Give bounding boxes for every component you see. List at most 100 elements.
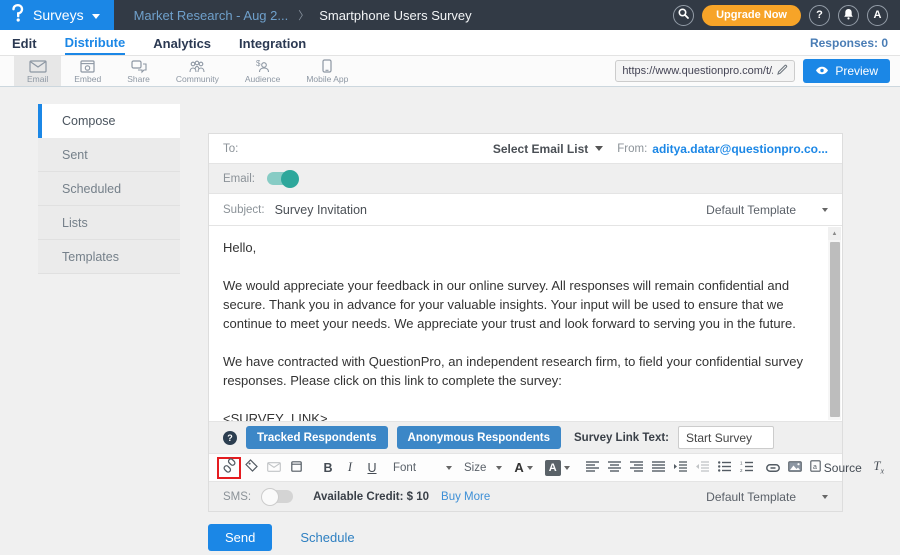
email-sidebar: Compose Sent Scheduled Lists Templates (38, 104, 180, 274)
chevron-down-icon (595, 146, 603, 151)
tag-icon (245, 459, 259, 477)
insert-tag-button[interactable] (241, 457, 263, 479)
align-right-button[interactable] (626, 457, 648, 479)
insert-image-button[interactable] (784, 457, 806, 479)
tab-analytics[interactable]: Analytics (153, 32, 211, 54)
source-label: Source (824, 461, 862, 475)
sidebar-item-templates[interactable]: Templates (38, 240, 180, 274)
indent-decrease-icon (696, 459, 709, 477)
sidebar-item-lists[interactable]: Lists (38, 206, 180, 240)
bell-icon (843, 8, 854, 23)
distribute-channel-bar: Email Embed Share Community $ Audience M… (0, 56, 900, 87)
brand-area[interactable]: Surveys (0, 0, 114, 30)
chevron-down-icon (496, 466, 502, 470)
scroll-up-arrow-icon[interactable]: ▲ (828, 227, 841, 240)
font-family-dropdown[interactable]: Font (387, 462, 458, 474)
text-color-button[interactable]: A (508, 460, 538, 475)
channel-tab-mobile-app[interactable]: Mobile App (293, 56, 361, 86)
source-doc-icon: a (810, 459, 821, 477)
bold-button[interactable]: B (317, 457, 339, 479)
sidebar-item-compose[interactable]: Compose (38, 104, 180, 138)
survey-url-input[interactable] (622, 65, 773, 77)
search-button[interactable] (673, 5, 694, 26)
survey-link-text-input[interactable] (678, 426, 774, 449)
text-color-icon: A (514, 460, 523, 475)
sms-toggle[interactable] (263, 490, 293, 503)
numbered-list-button[interactable]: 12 (736, 457, 758, 479)
email-body-text[interactable]: Hello,We would appreciate your feedback … (209, 226, 842, 422)
to-row: To: Select Email List From: aditya.datar… (209, 134, 842, 164)
body-scrollbar[interactable]: ▲ (828, 227, 841, 420)
align-center-button[interactable] (604, 457, 626, 479)
tab-edit[interactable]: Edit (12, 32, 37, 54)
align-justify-button[interactable] (648, 457, 670, 479)
pencil-edit-icon[interactable] (777, 62, 788, 80)
align-left-icon (586, 459, 599, 477)
indent-increase-button[interactable] (670, 457, 692, 479)
bg-color-button[interactable]: A (539, 460, 576, 476)
sms-row: SMS: Available Credit: $ 10 Buy More Def… (209, 482, 842, 511)
bullet-list-button[interactable] (714, 457, 736, 479)
select-email-list-dropdown[interactable]: Select Email List (493, 142, 603, 156)
buy-more-link[interactable]: Buy More (441, 491, 490, 503)
underline-button[interactable]: U (361, 457, 383, 479)
toggle-knob (281, 170, 299, 188)
schedule-link[interactable]: Schedule (300, 530, 354, 545)
email-toggle[interactable] (267, 172, 297, 185)
preview-button[interactable]: Preview (803, 59, 890, 83)
bullet-list-icon (718, 459, 731, 477)
embed-window-icon (80, 60, 95, 73)
channel-tab-audience[interactable]: $ Audience (232, 56, 293, 86)
anonymous-respondents-button[interactable]: Anonymous Respondents (397, 426, 561, 449)
insert-survey-link-button[interactable] (217, 457, 241, 479)
select-email-list-label: Select Email List (493, 142, 588, 156)
remove-format-button[interactable]: Tx (868, 457, 890, 479)
tab-distribute[interactable]: Distribute (65, 31, 126, 55)
chevron-down-icon (92, 14, 100, 19)
sidebar-item-scheduled[interactable]: Scheduled (38, 172, 180, 206)
channel-tab-email[interactable]: Email (14, 56, 61, 86)
channel-tab-share[interactable]: Share (114, 56, 163, 86)
italic-button[interactable]: I (339, 457, 361, 479)
source-button[interactable]: a Source (810, 457, 862, 479)
breadcrumb-survey-name: Smartphone Users Survey (319, 8, 471, 23)
chevron-down-icon (527, 466, 533, 470)
mobile-phone-icon (322, 59, 332, 73)
numbered-list-icon: 12 (740, 459, 753, 477)
compose-panel: To: Select Email List From: aditya.datar… (208, 133, 843, 512)
channel-tab-embed[interactable]: Embed (61, 56, 114, 86)
scrollbar-thumb[interactable] (830, 242, 840, 417)
sms-template-dropdown[interactable]: Default Template (706, 490, 828, 504)
help-button[interactable]: ? (809, 5, 830, 26)
tracked-respondents-button[interactable]: Tracked Respondents (246, 426, 388, 449)
email-body-editor[interactable]: Hello,We would appreciate your feedback … (209, 226, 842, 422)
breadcrumb: Market Research - Aug 2... 〉 Smartphone … (114, 0, 472, 30)
chain-link-icon (223, 459, 236, 477)
subject-value[interactable]: Survey Invitation (275, 203, 367, 217)
email-template-dropdown[interactable]: Default Template (706, 203, 828, 217)
tab-integration[interactable]: Integration (239, 32, 306, 54)
send-button[interactable]: Send (208, 524, 272, 551)
responses-count[interactable]: Responses: 0 (810, 36, 888, 50)
avatar[interactable]: A (867, 5, 888, 26)
breadcrumb-folder[interactable]: Market Research - Aug 2... (134, 8, 289, 23)
survey-nav: Edit Distribute Analytics Integration Re… (0, 30, 900, 56)
channel-tab-community[interactable]: Community (163, 56, 232, 86)
from-email-value[interactable]: aditya.datar@questionpro.co... (652, 142, 828, 156)
svg-text:$: $ (256, 59, 261, 68)
upgrade-now-button[interactable]: Upgrade Now (702, 5, 801, 26)
respondents-help-icon[interactable]: ? (223, 431, 237, 445)
channel-label: Embed (74, 74, 101, 84)
insert-embed-button[interactable] (285, 457, 307, 479)
font-size-dropdown[interactable]: Size (458, 462, 508, 474)
indent-decrease-button[interactable] (692, 457, 714, 479)
sidebar-item-sent[interactable]: Sent (38, 138, 180, 172)
insert-email-template-button[interactable] (263, 457, 285, 479)
align-left-button[interactable] (582, 457, 604, 479)
chevron-down-icon (822, 495, 828, 499)
svg-text:a: a (813, 464, 817, 471)
channel-label: Share (127, 74, 150, 84)
preview-label: Preview (835, 64, 878, 78)
insert-link-button[interactable] (762, 457, 784, 479)
notifications-button[interactable] (838, 5, 859, 26)
